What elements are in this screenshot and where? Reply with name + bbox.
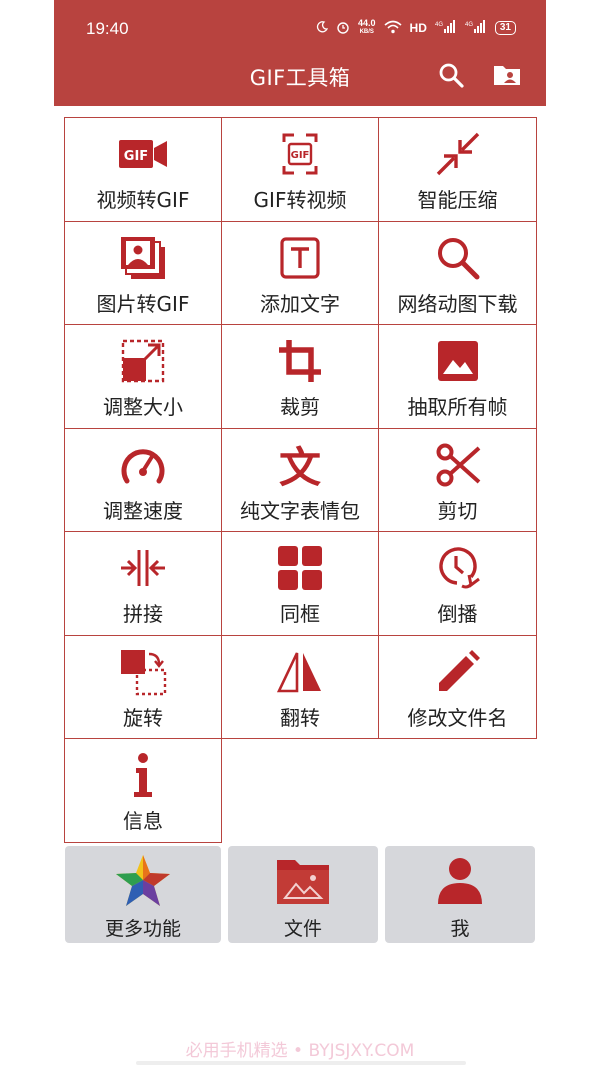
gesture-nav-bar[interactable] [136,1061,466,1065]
app-bar: 19:40 44.0 KB/S HD 4G 4G 31 GIF工具箱 [54,0,546,106]
bottom-nav: 更多功能 文件 我 [65,846,535,943]
tab-label: 我 [450,918,470,940]
grid-icon [272,546,328,590]
person-icon [436,854,484,908]
tool-label: 智能压缩 [417,188,498,212]
tab-me[interactable]: 我 [385,846,535,943]
svg-text:GIF: GIF [291,150,310,161]
text-box-icon [272,236,328,280]
folder-button[interactable] [490,60,524,94]
tool-same-frame[interactable]: 同框 [222,532,379,636]
tool-video-to-gif[interactable]: GIF 视频转GIF [65,118,222,222]
tab-files[interactable]: 文件 [228,846,378,943]
photo-stack-icon [115,236,171,280]
signal-icon-1: 4G [435,19,457,37]
alarm-icon [336,20,350,37]
tool-label: GIF转视频 [253,188,347,212]
net-speed-value: 44.0 [358,18,376,28]
tool-label: 添加文字 [260,291,340,316]
tab-label: 更多功能 [104,918,181,940]
net-speed-unit: KB/S [359,29,374,35]
status-icons: 44.0 KB/S HD 4G 4G 31 [316,19,516,37]
tool-download-gif[interactable]: 网络动图下载 [379,221,537,325]
flip-icon [272,650,328,694]
tool-reverse[interactable]: 倒播 [379,532,537,636]
tool-resize[interactable]: 调整大小 [65,325,222,429]
svg-text:文: 文 [279,443,321,488]
tool-extract-frames[interactable]: 抽取所有帧 [379,325,537,429]
tab-more[interactable]: 更多功能 [65,846,221,943]
merge-icon [115,546,171,590]
tool-label: 拼接 [123,602,163,626]
search-icon [430,236,486,280]
folder-user-icon [492,63,522,91]
tool-grid: GIF 视频转GIF GIF GIF转视频 智能压缩 图片转GIF 添加文字 网… [64,117,537,843]
tool-image-to-gif[interactable]: 图片转GIF [65,221,222,325]
tab-label: 文件 [283,918,322,940]
tool-label: 剪切 [437,498,478,523]
wifi-icon [384,20,402,37]
tool-label: 裁剪 [280,395,320,419]
svg-text:4G: 4G [465,22,473,28]
reverse-clock-icon [430,546,486,590]
moon-icon [316,20,329,36]
compress-arrows-icon [430,132,486,176]
status-time: 19:40 [86,19,129,38]
scissors-icon [430,443,486,487]
search-button[interactable] [434,60,468,94]
hd-indicator: HD [409,21,427,35]
folder-image-icon [275,854,331,908]
tool-label: 翻转 [280,705,320,730]
tool-label: 调整大小 [103,395,183,419]
net-speed: 44.0 KB/S [358,19,376,37]
gif-frame-icon: GIF [272,132,328,176]
gif-camera-icon: GIF [115,132,171,176]
tool-info[interactable]: 信息 [65,739,222,843]
tool-label: 网络动图下载 [397,291,518,316]
info-icon [115,753,171,797]
tool-label: 图片转GIF [96,291,190,316]
search-icon [438,62,464,92]
page-title: GIF工具箱 [249,66,351,90]
tool-label: 抽取所有帧 [407,395,508,419]
tool-text-emoji[interactable]: 文 纯文字表情包 [222,428,379,532]
tool-smart-compress[interactable]: 智能压缩 [379,118,537,222]
tool-label: 信息 [123,809,163,833]
resize-icon [115,339,171,383]
watermark: 必用手机精选 • BYJSJXY.COM [185,1041,415,1061]
crop-icon [272,339,328,383]
speedometer-icon [115,443,171,487]
status-bar: 19:40 44.0 KB/S HD 4G 4G 31 [54,0,546,58]
tool-splice[interactable]: 拼接 [65,532,222,636]
tool-rotate[interactable]: 旋转 [65,635,222,739]
tool-rename[interactable]: 修改文件名 [379,635,537,739]
star-icon [114,854,172,908]
svg-text:4G: 4G [435,22,443,28]
tool-label: 倒播 [437,602,478,626]
tool-label: 同框 [280,602,320,626]
tool-gif-to-video[interactable]: GIF GIF转视频 [222,118,379,222]
tool-add-text[interactable]: 添加文字 [222,221,379,325]
pencil-icon [430,649,486,694]
rotate-icon [115,649,171,695]
tool-crop[interactable]: 裁剪 [222,325,379,429]
tool-label: 视频转GIF [96,188,190,212]
signal-icon-2: 4G [465,19,487,37]
tool-label: 修改文件名 [407,705,508,730]
tool-flip[interactable]: 翻转 [222,635,379,739]
svg-text:GIF: GIF [124,149,148,164]
tool-speed[interactable]: 调整速度 [65,428,222,532]
tool-label: 旋转 [123,705,163,730]
battery-indicator: 31 [494,21,516,35]
tool-label: 调整速度 [103,498,183,523]
wen-character-icon: 文 [272,443,328,488]
tool-label: 纯文字表情包 [240,498,360,523]
image-icon [430,339,486,383]
tool-cut[interactable]: 剪切 [379,428,537,532]
